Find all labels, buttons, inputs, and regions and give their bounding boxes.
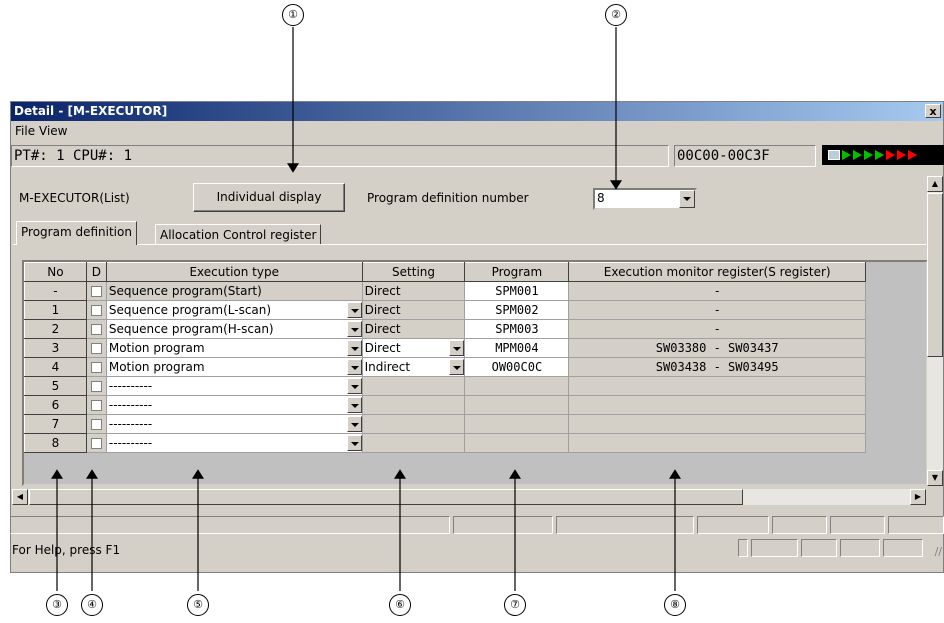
tab-label: Program definition — [21, 225, 132, 239]
tab-program-definition[interactable]: Program definition — [16, 221, 137, 245]
callout-arrows — [51, 27, 681, 591]
